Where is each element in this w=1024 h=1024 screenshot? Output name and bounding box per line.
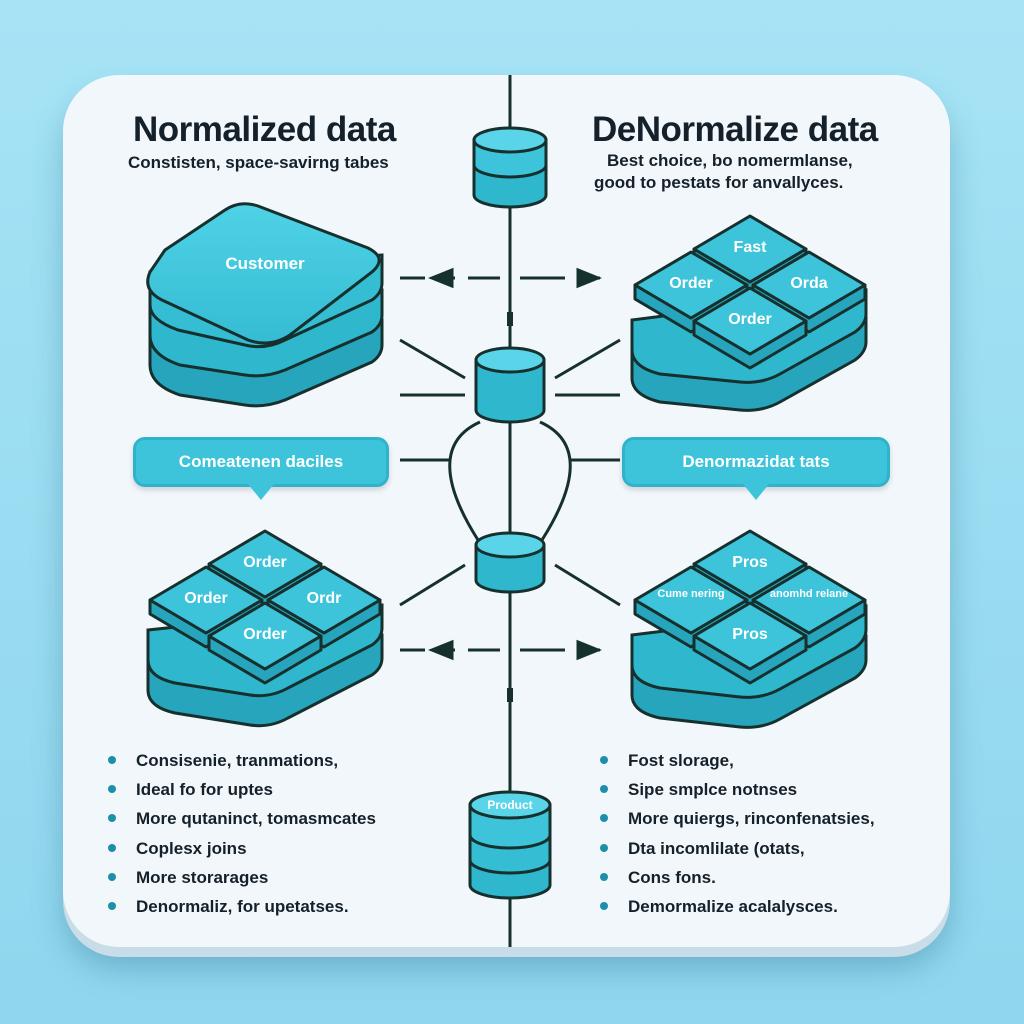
list-item: Coplesx joins <box>108 838 376 867</box>
fast-tile-label: Order <box>669 275 713 292</box>
list-item: More qutaninct, tomasmcates <box>108 808 376 837</box>
pros-tile-label: Cume nering <box>657 588 725 600</box>
left-title: Normalized data <box>133 110 396 149</box>
order-tile-label: Order <box>243 554 287 571</box>
left-callout: Comeatenen daciles <box>133 437 389 500</box>
pros-tile-label: anomhd relane <box>769 588 849 600</box>
order-tile-label: Order <box>243 626 287 643</box>
right-subtitle-line2: good to pestats for anvallyces. <box>594 173 844 192</box>
order-tile-label: Ordr <box>306 590 342 607</box>
list-item: Ideal fo for uptes <box>108 779 376 808</box>
fast-tile-label: Orda <box>790 275 828 292</box>
right-subtitle-line1: Best choice, bo nomermlanse, <box>607 151 853 170</box>
pros-tile-label: Pros <box>732 554 768 571</box>
fast-tile-label: Fast <box>733 239 767 256</box>
right-callout: Denormazidat tats <box>622 437 890 500</box>
customer-table-stack <box>146 202 384 408</box>
right-title: DeNormalize data <box>592 110 878 149</box>
left-bullet-list: Consisenie, tranmations, Ideal fo for up… <box>108 750 376 925</box>
db-lower <box>474 531 546 594</box>
list-item: Consisenie, tranmations, <box>108 750 376 779</box>
fast-tile-label: Order <box>728 311 772 328</box>
list-item: Demormalize acalalysces. <box>600 896 875 925</box>
left-subtitle: Constisten, space-savirng tabes <box>128 153 389 172</box>
list-item: Denormaliz, for upetatses. <box>108 896 376 925</box>
db-top <box>472 126 548 209</box>
product-label: Product <box>487 798 533 812</box>
list-item: Fost slorage, <box>600 750 875 779</box>
list-item: Sipe smplce notnses <box>600 779 875 808</box>
list-item: Dta incomlilate (otats, <box>600 838 875 867</box>
customer-label: Customer <box>225 254 305 273</box>
list-item: Cons fons. <box>600 867 875 896</box>
pros-tile-label: Pros <box>732 626 768 643</box>
db-center <box>474 346 546 424</box>
order-tile-label: Order <box>184 590 228 607</box>
list-item: More quiergs, rinconfenatsies, <box>600 808 875 837</box>
right-bullet-list: Fost slorage, Sipe smplce notnses More q… <box>600 750 875 925</box>
list-item: More storarages <box>108 867 376 896</box>
